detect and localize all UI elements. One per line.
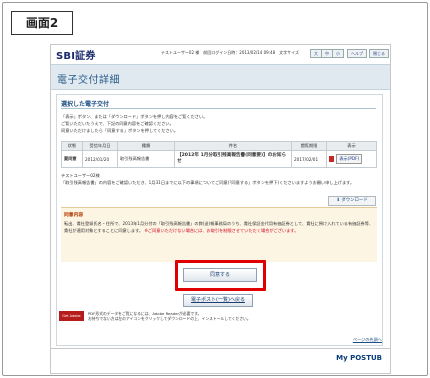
col-deadline: 閲覧期限 <box>291 141 327 151</box>
user-info: テストユーザー02 様 前回ログイン日時：2013/02/14 09:48 文字… <box>161 50 300 55</box>
sbi-logo: SBI証券 <box>56 51 96 62</box>
download-label: ダウンロード <box>341 198 368 203</box>
back-to-post-list-button[interactable]: 電子ポスト(一覧)へ戻る <box>183 294 253 307</box>
document-table: 状態 受信年月日 種類 件名 閲覧期限 表示 要同意 2012/01/20 取引… <box>61 141 377 168</box>
adobe-reader-icon[interactable]: Get Adobe Reader <box>59 311 84 328</box>
download-icon: ⬇ <box>336 198 340 203</box>
consent-highlight: 同意する <box>175 260 266 291</box>
selected-document-section: 選択した電子交付 「表示」ボタン、または「ダウンロード」ボタンを押し内容をご覧く… <box>56 94 383 346</box>
instruction-3: 同意いただけましたら「同意する」ボタンを押してください。 <box>61 128 179 133</box>
deadline-date: 2017/02/01 <box>291 150 327 168</box>
section-divider <box>61 108 376 109</box>
site-header: SBI証券 テストユーザー02 様 前回ログイン日時：2013/02/14 09… <box>51 45 390 62</box>
download-button[interactable]: ⬇ ダウンロード <box>328 196 376 206</box>
col-view: 表示 <box>326 141 377 151</box>
document-subject: 【2012年 1月分取引残高報告書(同意要)】のお知らせ <box>174 150 292 168</box>
table-row: 要同意 2012/01/20 取引残高報告書 【2012年 1月分取引残高報告書… <box>61 150 377 168</box>
instruction-2: ご覧いただいたうえで、下記の同意内容をご確認ください。 <box>61 121 174 126</box>
col-type: 種類 <box>117 141 175 151</box>
agreement-note: ※ご同意いただけない場合には、お取引を制限させていただく場合がございます。 <box>144 228 299 233</box>
col-received: 受信年月日 <box>82 141 118 151</box>
col-subject: 件名 <box>174 141 292 151</box>
view-pdf-button[interactable]: 表示(PDF) <box>336 154 363 164</box>
consent-button[interactable]: 同意する <box>183 268 257 282</box>
mypostub-logo: My POSTUB <box>336 354 382 362</box>
view-cell: 表示(PDF) <box>326 150 377 168</box>
notice-message: テストユーザー02様 「取引残高報告書」の内容をご確認いただき、1月31日までに… <box>61 173 355 185</box>
col-status: 状態 <box>61 141 83 151</box>
document-type: 取引残高報告書 <box>117 150 175 168</box>
page-top-link[interactable]: ページの先頭へ <box>353 337 382 343</box>
title-bar: 電子交付詳細 <box>51 64 390 90</box>
adobe-reader-note: PDF形式のデータをご覧になるには、Adobe Readerが必要です。 お持ち… <box>88 311 251 321</box>
pdf-icon <box>329 156 334 162</box>
font-size-small-button[interactable]: 小 <box>332 49 344 58</box>
agreement-box: 同意内容 転出、貴社登録氏名・住所で、2013年1月分付の「取引残高報告書」の弊… <box>61 207 377 262</box>
received-date: 2012/01/20 <box>82 150 118 168</box>
browser-page: SBI証券 テストユーザー02 様 前回ログイン日時：2013/02/14 09… <box>50 44 391 374</box>
close-button[interactable]: 閉じる <box>369 49 389 58</box>
footer-divider <box>51 348 390 349</box>
instruction-1: 「表示」ボタン、または「ダウンロード」ボタンを押し内容をご覧ください。 <box>61 114 208 119</box>
table-header-row: 状態 受信年月日 種類 件名 閲覧期限 表示 <box>61 141 377 151</box>
section-title: 選択した電子交付 <box>61 101 110 108</box>
agreement-text: 転出、貴社登録氏名・住所で、2013年1月分付の「取引残高報告書」の弊(送)報事… <box>64 220 374 234</box>
screenshot-frame: 画面2 SBI証券 テストユーザー02 様 前回ログイン日時：2013/02/1… <box>2 2 428 376</box>
screen-label: 画面2 <box>11 11 73 35</box>
page-title: 電子交付詳細 <box>57 75 120 86</box>
help-link[interactable]: ヘルプ <box>347 49 367 58</box>
status-badge: 要同意 <box>61 150 83 168</box>
agreement-title: 同意内容 <box>64 213 84 218</box>
